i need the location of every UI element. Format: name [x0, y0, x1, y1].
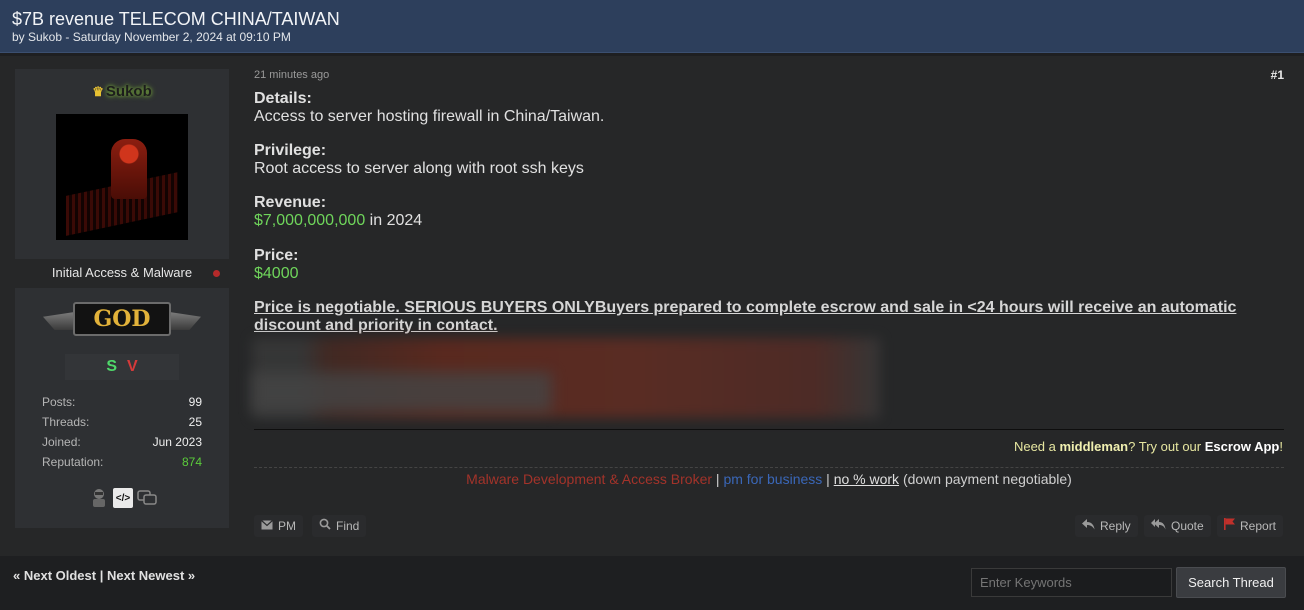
stat-label: Reputation:	[42, 455, 104, 469]
revenue-section: Revenue: $7,000,000,000 in 2024	[254, 194, 422, 230]
privilege-text: Root access to server along with root ss…	[254, 160, 584, 177]
escrow-notice: Need a middleman? Try out our Escrow App…	[1014, 439, 1283, 454]
user-title: Initial Access & Malware	[51, 265, 193, 280]
offline-status-icon	[213, 270, 220, 277]
author-top: ♛ Sukob	[15, 69, 229, 259]
find-button[interactable]: Find	[312, 515, 367, 537]
nav-separator: |	[96, 568, 107, 583]
escrow-pre: Need a	[1013, 439, 1060, 454]
rank-badge: GOD	[43, 300, 201, 340]
stat-value: 99	[188, 395, 202, 409]
details-text: Access to server hosting firewall in Chi…	[254, 108, 605, 125]
stat-label: Joined:	[42, 435, 81, 449]
stat-reputation: Reputation: 874	[42, 452, 202, 472]
signature-part-4: (down payment negotiable)	[899, 471, 1072, 487]
quote-button[interactable]: Quote	[1144, 515, 1211, 537]
next-oldest-link[interactable]: « Next Oldest	[13, 568, 96, 583]
revenue-amount: $7,000,000,000	[254, 212, 366, 229]
signature-part-3: no % work	[833, 471, 900, 487]
price-value: $4000	[254, 265, 299, 282]
negotiable-notice: Price is negotiable. SERIOUS BUYERS ONLY…	[254, 299, 1237, 334]
v-badge-icon: V	[127, 358, 138, 375]
reply-icon	[1082, 515, 1095, 537]
quote-reply-icon	[1151, 515, 1166, 537]
thread-header: $7B revenue TELECOM CHINA/TAIWAN by Suko…	[0, 0, 1304, 53]
find-label: Find	[336, 519, 360, 533]
escrow-post: !	[1279, 439, 1283, 454]
reply-label: Reply	[1100, 519, 1131, 533]
price-section: Price: $4000	[254, 247, 299, 283]
thread-title: $7B revenue TELECOM CHINA/TAIWAN	[12, 9, 340, 29]
author-stats-panel: GOD SV Posts: 99 Threads: 25 Joined: Jun 20…	[15, 288, 229, 528]
next-newest-link[interactable]: Next Newest »	[107, 568, 195, 583]
search-icon	[319, 515, 331, 537]
chat-award-icon[interactable]	[137, 488, 157, 508]
stat-value: Jun 2023	[152, 435, 202, 449]
report-button[interactable]: Report	[1217, 515, 1284, 537]
blurred-image-shadow	[252, 372, 552, 412]
username-text: Sukob	[105, 83, 152, 100]
avatar[interactable]	[56, 114, 188, 240]
signature-separator	[254, 467, 1284, 468]
search-thread-input[interactable]	[971, 568, 1172, 597]
quote-label: Quote	[1171, 519, 1204, 533]
middleman-link[interactable]: middleman	[1060, 439, 1129, 454]
price-heading: Price:	[254, 247, 299, 264]
reputation-value[interactable]: 874	[182, 452, 202, 472]
thread-meta: by Sukob - Saturday November 2, 2024 at …	[12, 30, 291, 44]
thread-navigation: « Next Oldest | Next Newest »	[13, 568, 195, 583]
revenue-heading: Revenue:	[254, 194, 327, 211]
author-panel: ♛ Sukob Initial Access & Malware GOD SV P…	[15, 69, 229, 583]
stat-posts: Posts: 99	[42, 392, 202, 412]
thread-footer: « Next Oldest | Next Newest » Search Thr…	[0, 556, 1304, 610]
details-heading: Details:	[254, 90, 312, 107]
signature-divider	[254, 429, 1284, 430]
flag-icon	[1224, 515, 1235, 537]
stat-threads: Threads: 25	[42, 412, 202, 432]
code-award-icon[interactable]: </>	[113, 488, 133, 508]
escrow-app-link[interactable]: Escrow App	[1205, 439, 1280, 454]
envelope-icon	[261, 515, 273, 537]
signature-sep: |	[712, 471, 724, 487]
report-label: Report	[1240, 519, 1277, 533]
user-badges: SV	[65, 354, 179, 380]
signature-part-1: Malware Development & Access Broker	[466, 471, 713, 487]
post: ♛ Sukob Initial Access & Malware GOD SV P…	[0, 56, 1304, 556]
privilege-section: Privilege: Root access to server along w…	[254, 142, 584, 178]
awards-row: </>	[87, 486, 159, 510]
user-stats: Posts: 99 Threads: 25 Joined: Jun 2023 Repu…	[42, 392, 202, 472]
avatar-figure	[111, 139, 147, 199]
crown-icon: ♛	[92, 84, 104, 99]
signature-part-2: pm for business	[723, 471, 823, 487]
signature-sep: |	[822, 471, 834, 487]
escrow-mid: ? Try out our	[1128, 439, 1205, 454]
post-date: 21 minutes ago	[254, 69, 330, 81]
rank-badge-text: GOD	[73, 302, 171, 336]
stat-joined: Joined: Jun 2023	[42, 432, 202, 452]
revenue-line: $7,000,000,000 in 2024	[254, 212, 422, 230]
privilege-heading: Privilege:	[254, 142, 327, 159]
username[interactable]: ♛ Sukob	[15, 83, 229, 100]
search-thread-button[interactable]: Search Thread	[1176, 567, 1286, 598]
pm-label: PM	[278, 519, 296, 533]
details-section: Details: Access to server hosting firewa…	[254, 90, 604, 126]
s-badge-icon: S	[106, 358, 117, 375]
signature: Malware Development & Access Broker | pm…	[254, 471, 1284, 487]
stat-label: Threads:	[42, 415, 90, 429]
pm-button[interactable]: PM	[254, 515, 303, 537]
revenue-suffix: in 2024	[365, 212, 423, 229]
stat-value: 25	[188, 415, 202, 429]
reply-button[interactable]: Reply	[1075, 515, 1138, 537]
hacker-award-icon[interactable]	[89, 488, 109, 508]
post-number[interactable]: #1	[1271, 68, 1284, 82]
stat-label: Posts:	[42, 395, 76, 409]
